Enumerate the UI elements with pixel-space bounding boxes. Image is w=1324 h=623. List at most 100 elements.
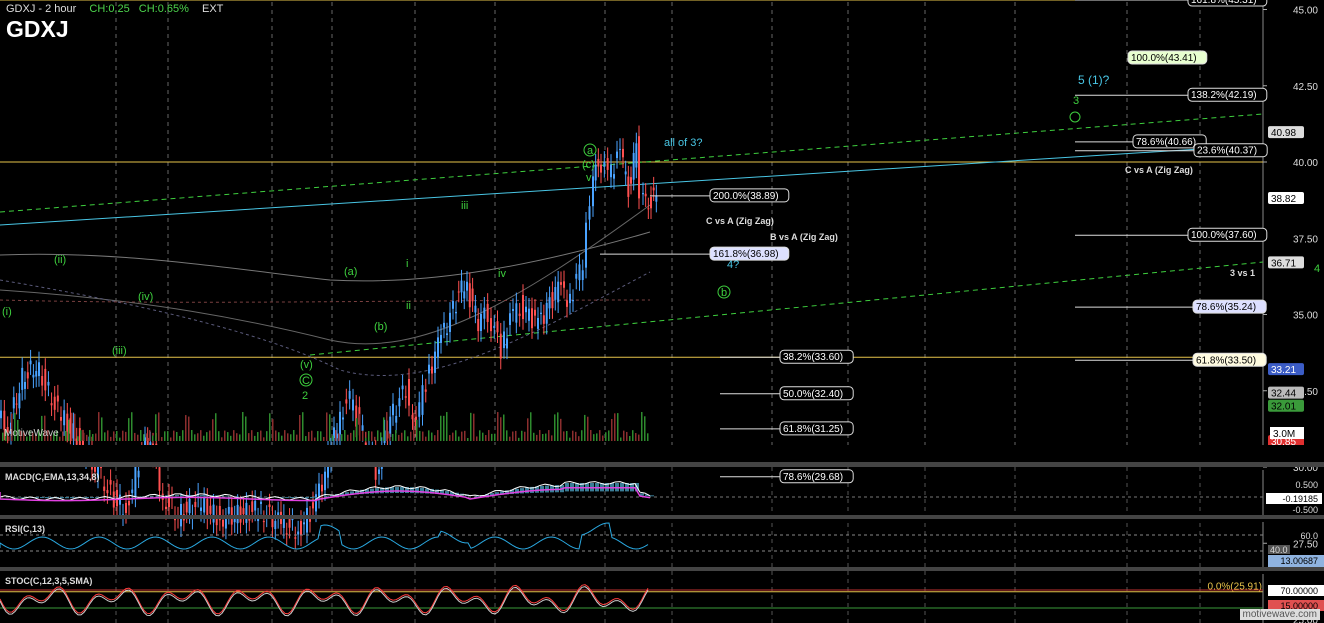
- volume-bar: [506, 430, 508, 441]
- candle-body: [395, 415, 398, 423]
- price-chart[interactable]: Apr-22May-2019May-20Jun-2019Jun-17Jul-20…: [0, 0, 1324, 623]
- candle-body: [306, 507, 308, 533]
- volume-bar: [308, 431, 310, 441]
- volume-bar: [110, 436, 112, 441]
- change-value: CH:0.25: [89, 3, 130, 15]
- wave-label: (ii): [54, 254, 66, 266]
- macd-histogram-bar: [225, 495, 229, 497]
- macd-value-label: -0.19185: [1282, 494, 1318, 504]
- candle-body: [125, 502, 127, 513]
- candle-body: [566, 300, 568, 307]
- candle-body: [474, 305, 477, 313]
- annotation-label: 3 vs 1: [1230, 268, 1255, 278]
- macd-axis-label: -0.500: [1292, 505, 1318, 515]
- volume-bar: [566, 430, 568, 441]
- candle-body: [503, 331, 505, 349]
- candle-body: [616, 151, 618, 158]
- macd-histogram-bar: [85, 497, 89, 499]
- volume-bar: [194, 434, 196, 441]
- fib-label: 78.6%(35.24): [1196, 302, 1256, 313]
- volume-bar: [503, 414, 505, 441]
- volume-bar: [224, 430, 226, 441]
- price-badge-label: 38.82: [1271, 194, 1296, 205]
- wave-label: (iv): [138, 291, 153, 303]
- candle-body: [352, 399, 354, 411]
- volume-bar: [383, 417, 385, 441]
- wave-label: iii: [461, 200, 468, 212]
- macd-histogram-bar: [400, 487, 404, 494]
- candle-body: [0, 410, 2, 419]
- candle-body: [531, 308, 533, 329]
- volume-bar: [458, 436, 460, 441]
- volume-bar: [311, 430, 313, 441]
- volume-bar: [350, 432, 352, 441]
- candle-body: [294, 537, 297, 539]
- candle-body: [613, 174, 615, 179]
- candle-body: [41, 376, 44, 386]
- volume-bar: [107, 430, 109, 441]
- candle-body: [534, 309, 536, 316]
- volume-bar: [485, 435, 487, 441]
- symbol-title: GDXJ: [6, 16, 69, 42]
- volume-bar: [494, 433, 496, 441]
- candle-body: [496, 321, 499, 333]
- wave-label: iv: [498, 268, 506, 280]
- candle-body: [378, 469, 380, 475]
- volume-bar: [83, 432, 85, 441]
- candle-body: [434, 351, 436, 373]
- session-label: EXT: [202, 3, 224, 15]
- volume-bar: [353, 430, 355, 441]
- macd-histogram-bar: [650, 495, 654, 497]
- candle-body: [655, 195, 658, 202]
- volume-bar: [338, 433, 340, 441]
- macd-histogram-bar: [65, 497, 69, 499]
- wave-label: C: [302, 375, 310, 387]
- volume-bar: [62, 431, 64, 441]
- candle-body: [128, 501, 130, 506]
- wave-label-circle: [1069, 111, 1081, 123]
- brand-label: MotiveWave: [4, 428, 59, 439]
- volume-bar: [188, 416, 190, 441]
- volume-bar: [377, 430, 379, 441]
- wave-label: (iii): [112, 345, 127, 357]
- band-middle: [0, 204, 651, 345]
- candle-body: [493, 325, 496, 329]
- volume-bar: [443, 415, 445, 441]
- annotation-label: 4: [1314, 263, 1320, 275]
- volume-bar: [422, 431, 424, 441]
- volume-bar: [635, 433, 637, 441]
- volume-bar: [386, 412, 388, 441]
- candle-body: [606, 158, 609, 170]
- macd-histogram-bar: [150, 495, 154, 497]
- candle-body: [268, 504, 271, 508]
- volume-bar: [347, 434, 349, 441]
- candle-body: [404, 396, 407, 398]
- rsi-line: [0, 522, 649, 550]
- candle-body: [291, 518, 294, 521]
- fib-label: 61.8%(33.50): [1196, 355, 1256, 366]
- volume-bar: [590, 430, 592, 441]
- candle-body: [321, 484, 323, 492]
- volume-bar: [155, 414, 157, 441]
- candle-body: [592, 176, 594, 207]
- volume-bar: [461, 431, 463, 441]
- volume-bar: [539, 430, 541, 441]
- volume-bar: [332, 435, 334, 441]
- volume-bar: [521, 430, 523, 441]
- volume-bar: [101, 417, 103, 441]
- volume-bar: [401, 432, 403, 441]
- candle-body: [194, 501, 197, 508]
- volume-bar: [575, 431, 577, 441]
- candle-body: [512, 309, 514, 311]
- candle-body: [540, 312, 542, 314]
- volume-bar: [431, 432, 433, 441]
- candle-body: [29, 360, 32, 365]
- macd-histogram-bar: [305, 497, 309, 499]
- candle-body: [588, 206, 591, 220]
- candle-body: [361, 425, 364, 431]
- candle-body: [548, 297, 551, 309]
- volume-bar: [512, 431, 514, 441]
- fib-label: 161.8%(36.98): [713, 249, 779, 260]
- volume-bar: [59, 436, 61, 441]
- volume-bar: [227, 432, 229, 441]
